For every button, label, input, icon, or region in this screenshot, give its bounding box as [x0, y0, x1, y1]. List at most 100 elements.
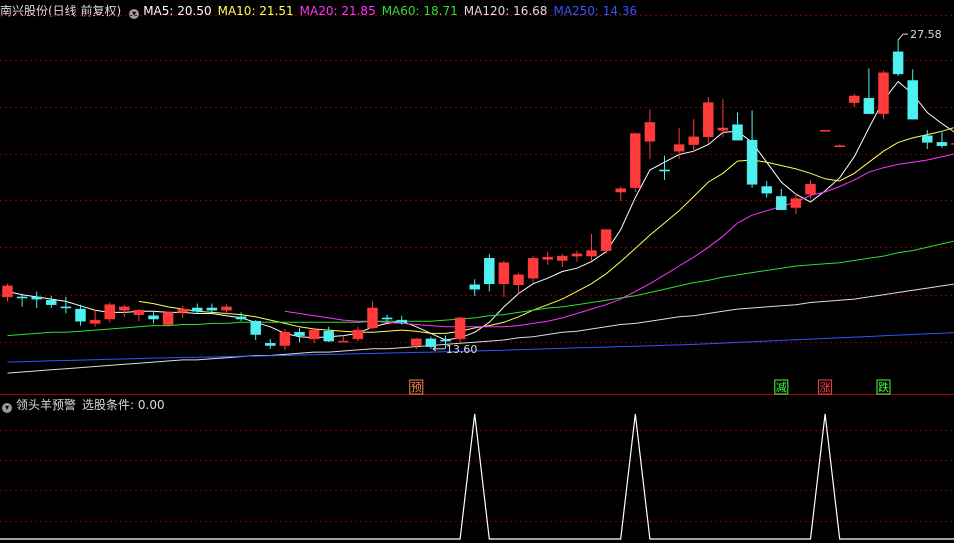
candle-body	[586, 250, 597, 257]
candle	[265, 338, 276, 349]
candle-body	[192, 307, 203, 312]
candle-body	[630, 133, 641, 188]
candle	[761, 181, 772, 198]
candle-body	[381, 317, 393, 320]
candle	[878, 70, 889, 120]
candle-body	[75, 308, 86, 322]
signal-marker: 跌	[876, 379, 891, 395]
candle	[148, 311, 159, 324]
annotation-label: 27.58	[910, 28, 942, 41]
candle-body	[469, 284, 480, 290]
candle-body	[162, 312, 174, 325]
candle-body	[863, 97, 875, 114]
candle	[294, 327, 305, 343]
candle-body	[600, 229, 612, 251]
candle-body	[396, 319, 407, 323]
candle	[688, 119, 699, 153]
candle	[732, 112, 743, 141]
candle	[849, 93, 860, 108]
candle	[907, 69, 918, 120]
candle-body	[46, 300, 57, 305]
candle	[834, 144, 845, 148]
candle-body	[790, 198, 802, 208]
candle-body	[717, 127, 729, 131]
candle	[819, 129, 831, 132]
candle	[46, 295, 57, 308]
candle-body	[60, 306, 72, 309]
candle-body	[557, 255, 568, 261]
candle-body	[644, 122, 656, 142]
candle-body	[367, 307, 378, 329]
candle	[571, 250, 583, 262]
candle-body	[235, 316, 247, 320]
candle-body	[2, 285, 13, 298]
candle-body	[936, 142, 948, 146]
candle	[615, 186, 626, 201]
candle-body	[688, 136, 699, 145]
candle	[542, 251, 553, 265]
annotation-label: 13.60	[446, 343, 478, 356]
candle	[206, 303, 218, 313]
chart-canvas[interactable]: 27.58 13.60 预 减 涨 跌	[0, 0, 954, 543]
signal-marker: 减	[774, 379, 789, 395]
candle-body	[119, 306, 130, 311]
marker-label: 减	[776, 381, 787, 394]
candle	[776, 188, 787, 210]
candle-body	[31, 296, 42, 300]
candle-body	[440, 339, 451, 342]
candle	[863, 68, 875, 114]
candle	[630, 132, 641, 193]
candle-body	[732, 124, 743, 141]
marker-label: 跌	[878, 380, 889, 394]
candle-body	[484, 258, 495, 284]
candle-body	[878, 72, 889, 114]
candle-body	[308, 329, 320, 340]
candle-body	[922, 135, 933, 143]
candle	[2, 283, 13, 302]
candle	[454, 316, 466, 343]
candle-body	[805, 184, 816, 195]
candle	[75, 304, 86, 326]
candle	[527, 256, 539, 283]
candle-body	[133, 309, 145, 315]
candle	[177, 305, 188, 318]
candle	[425, 336, 437, 349]
candle-body	[761, 186, 772, 194]
candle	[717, 99, 729, 137]
candle	[498, 260, 510, 297]
candle	[644, 109, 656, 159]
candle-body	[907, 80, 918, 120]
candle	[922, 130, 933, 149]
candle	[162, 311, 174, 327]
ma-line-ma250	[7, 332, 954, 363]
candle-body	[265, 343, 276, 346]
candle-body	[542, 256, 553, 260]
candle	[338, 335, 349, 343]
candle	[31, 291, 42, 308]
signal-line	[0, 413, 954, 540]
candle-body	[104, 304, 115, 320]
ma-line-ma60	[7, 240, 954, 337]
candle	[352, 326, 364, 342]
candle-body	[703, 102, 714, 138]
candle-body	[425, 338, 437, 347]
candle-body	[849, 95, 860, 103]
candle-body	[527, 258, 539, 279]
ma-line-ma5	[7, 80, 954, 341]
candle-body	[279, 332, 291, 346]
annotation-leader	[897, 33, 909, 41]
candle-body	[89, 319, 101, 324]
candle	[746, 110, 758, 188]
candle	[484, 253, 495, 292]
candle-body	[834, 145, 845, 148]
candle-body	[323, 330, 334, 342]
candle-body	[352, 329, 364, 340]
candle	[557, 253, 568, 268]
candle-body	[892, 51, 904, 75]
candle	[279, 328, 291, 350]
candle-body	[819, 129, 831, 132]
candle	[703, 97, 714, 144]
candle	[104, 302, 115, 323]
candle-body	[206, 307, 218, 311]
candle-body	[571, 253, 583, 257]
